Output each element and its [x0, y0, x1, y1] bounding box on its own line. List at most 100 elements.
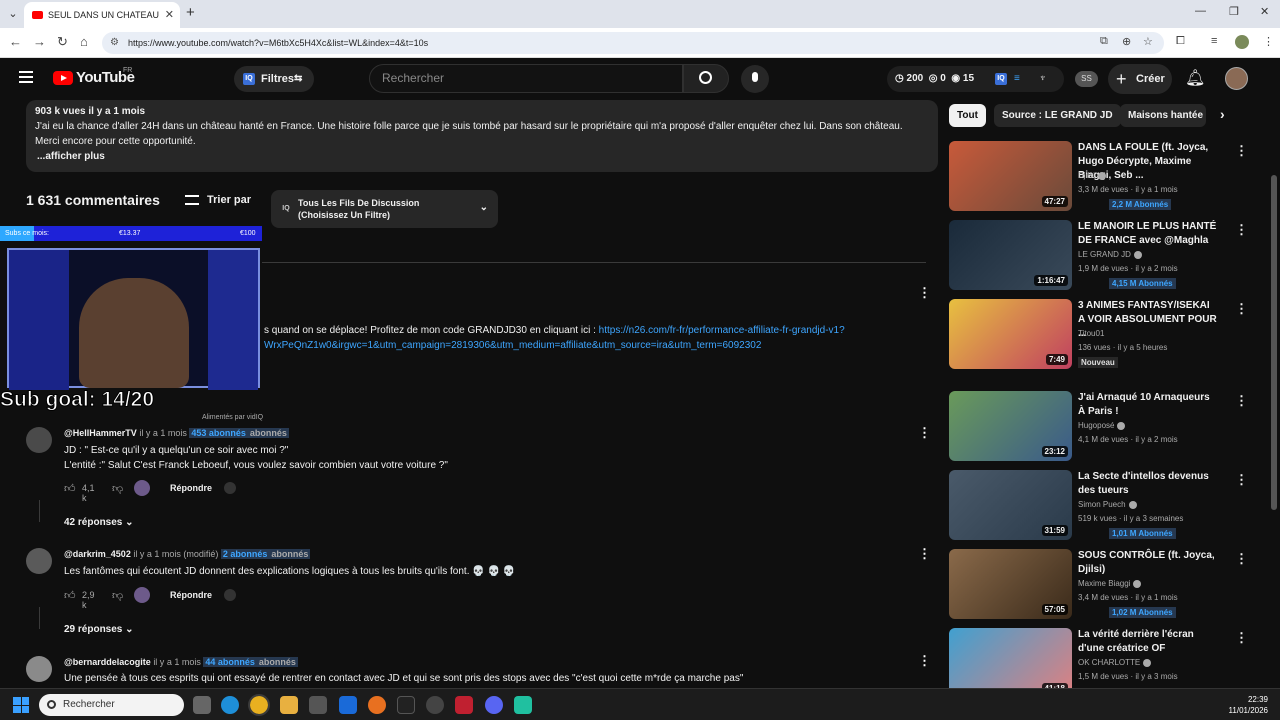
video-channel[interactable]: Titou01 — [1078, 329, 1104, 338]
reply-button[interactable]: Répondre — [170, 590, 212, 600]
system-clock[interactable]: 22:39 11/01/2026 — [1220, 694, 1268, 716]
video-card[interactable]: 31:59 La Secte d'intellos devenus des tue… — [949, 470, 1248, 540]
replies-toggle[interactable]: 29 réponses ⌄ — [64, 624, 134, 635]
video-channel[interactable]: Hugoposé — [1078, 421, 1126, 430]
video-description[interactable]: 903 k vues il y a 1 mois J'ai eu la chan… — [26, 100, 938, 172]
close-window-icon[interactable]: ✕ — [1260, 5, 1269, 18]
video-thumbnail[interactable]: 47:27 — [949, 141, 1072, 211]
video-channel[interactable]: Djilsi — [1078, 171, 1106, 180]
taskbar-search-input[interactable]: Rechercher — [39, 694, 184, 716]
comment-menu-icon[interactable]: ⋮ — [918, 653, 931, 669]
chip-haunted-houses[interactable]: Maisons hantée — [1120, 104, 1206, 127]
video-thumbnail[interactable]: 1:16:47 — [949, 220, 1072, 290]
back-icon[interactable]: ← — [9, 34, 22, 49]
extensions-icon[interactable]: ⧠ — [1176, 35, 1185, 48]
reload-icon[interactable]: ↻ — [57, 34, 68, 50]
account-avatar[interactable] — [1225, 67, 1248, 90]
video-channel[interactable]: Simon Puech — [1078, 500, 1137, 509]
video-menu-icon[interactable]: ⋮ — [1235, 301, 1248, 317]
restore-icon[interactable]: ❐ — [1229, 5, 1239, 18]
video-card[interactable]: 23:12 J'ai Arnaqué 10 Arnaqueurs À Paris … — [949, 391, 1248, 461]
forward-icon[interactable]: → — [33, 34, 46, 49]
mail-icon[interactable] — [339, 696, 357, 714]
browser-tab[interactable]: SEUL DANS UN CHATEAU HANTÉ ✕ — [24, 2, 180, 46]
comment-author[interactable]: @darkrim_4502 — [64, 549, 131, 559]
create-button[interactable]: + Créer — [1108, 64, 1172, 94]
comment-author[interactable]: @bernarddelacogite — [64, 657, 151, 667]
video-menu-icon[interactable]: ⋮ — [1235, 393, 1248, 409]
video-title[interactable]: La vérité derrière l'écran d'une créatri… — [1078, 628, 1218, 656]
video-menu-icon[interactable]: ⋮ — [1235, 222, 1248, 238]
voice-search-button[interactable] — [741, 65, 769, 93]
brave-icon[interactable] — [368, 696, 386, 714]
vidiq-reply-icon[interactable] — [224, 589, 236, 601]
list-icon[interactable]: ≡ — [1014, 66, 1020, 92]
search-button[interactable] — [683, 64, 729, 93]
zoom-icon[interactable]: ⊕ — [1122, 35, 1131, 48]
commenter-avatar[interactable] — [26, 656, 52, 682]
store-icon[interactable] — [309, 696, 327, 714]
video-menu-icon[interactable]: ⋮ — [1235, 630, 1248, 646]
video-channel[interactable]: Maxime Biaggi — [1078, 579, 1142, 588]
chip-source[interactable]: Source : LE GRAND JD — [994, 104, 1121, 127]
video-thumbnail[interactable]: 7:49 — [949, 299, 1072, 369]
dislike-icon[interactable]: 👎︎ — [112, 589, 123, 602]
home-icon[interactable]: ⌂ — [80, 34, 88, 49]
video-card[interactable]: 1:16:47 LE MANOIR LE PLUS HANTÉ DE FRANCE… — [949, 220, 1248, 290]
comment-author[interactable]: @HellHammerTV — [64, 428, 137, 438]
menu-kebab-icon[interactable]: ⋮ — [1263, 35, 1274, 48]
comment-menu-icon[interactable]: ⋮ — [918, 546, 931, 562]
url-bar[interactable]: ⚙ https://www.youtube.com/watch?v=M6tbXc… — [102, 32, 1164, 54]
video-channel[interactable]: OK CHARLOTTE — [1078, 658, 1152, 667]
sort-button[interactable]: Trier par — [185, 194, 251, 206]
commenter-avatar[interactable] — [26, 427, 52, 453]
video-title[interactable]: LE MANOIR LE PLUS HANTÉ DE FRANCE avec @… — [1078, 220, 1218, 248]
like-icon[interactable]: 👍︎ — [64, 482, 76, 495]
file-explorer-icon[interactable] — [280, 696, 298, 714]
chip-all[interactable]: Tout — [949, 104, 986, 127]
install-icon[interactable]: ⧉ — [1100, 35, 1108, 48]
ss-badge[interactable]: SS — [1075, 71, 1098, 87]
video-card[interactable]: 57:05 SOUS CONTRÔLE (ft. Joyca, Djilsi) Ma… — [949, 549, 1248, 619]
close-tab-icon[interactable]: ✕ — [165, 2, 174, 28]
app-icon[interactable] — [514, 696, 532, 714]
page-scrollbar[interactable] — [1271, 175, 1277, 510]
video-thumbnail[interactable]: 23:12 — [949, 391, 1072, 461]
video-title[interactable]: La Secte d'intellos devenus des tueurs — [1078, 470, 1218, 498]
new-tab-icon[interactable]: + — [186, 4, 195, 21]
voicemeeter-icon[interactable] — [455, 696, 473, 714]
video-card[interactable]: 7:49 3 ANIMES FANTASY/ISEKAI A VOIR ABSOL… — [949, 299, 1248, 369]
video-thumbnail[interactable]: 31:59 — [949, 470, 1072, 540]
vidiq-filters-button[interactable]: IQ Filtres ⇆ — [234, 66, 314, 92]
site-info-icon[interactable]: ⚙ — [110, 32, 119, 54]
obs-icon[interactable] — [426, 696, 444, 714]
chrome-icon[interactable] — [248, 694, 270, 716]
search-input[interactable]: Rechercher — [369, 64, 683, 93]
video-menu-icon[interactable]: ⋮ — [1235, 143, 1248, 159]
discord-icon[interactable] — [485, 696, 503, 714]
windows-start-icon[interactable] — [13, 697, 29, 713]
terminal-icon[interactable] — [397, 696, 415, 714]
trophy-icon[interactable]: ♆ — [1039, 66, 1047, 92]
comment-menu-icon[interactable]: ⋮ — [918, 425, 931, 441]
notifications-bell-icon[interactable]: 🔔︎ — [1185, 68, 1205, 88]
like-icon[interactable]: 👍︎ — [64, 589, 76, 602]
reading-list-icon[interactable]: ≡ — [1211, 35, 1217, 47]
dislike-icon[interactable]: 👎︎ — [112, 482, 123, 495]
video-channel[interactable]: LE GRAND JD — [1078, 250, 1142, 259]
replies-toggle[interactable]: 42 réponses ⌄ — [64, 517, 134, 528]
reply-button[interactable]: Répondre — [170, 483, 212, 493]
show-more-link[interactable]: ...afficher plus — [35, 149, 929, 164]
hamburger-menu-icon[interactable] — [19, 71, 33, 83]
bookmark-star-icon[interactable]: ☆ — [1143, 35, 1153, 48]
video-menu-icon[interactable]: ⋮ — [1235, 551, 1248, 567]
edge-icon[interactable] — [221, 696, 239, 714]
comment-menu-icon[interactable]: ⋮ — [918, 285, 931, 301]
video-card[interactable]: 47:27 DANS LA FOULE (ft. Joyca, Hugo Décr… — [949, 141, 1248, 211]
thread-filter-dropdown[interactable]: IQ Tous Les Fils De Discussion (Choisiss… — [271, 190, 498, 228]
video-thumbnail[interactable]: 57:05 — [949, 549, 1072, 619]
video-menu-icon[interactable]: ⋮ — [1235, 472, 1248, 488]
video-title[interactable]: SOUS CONTRÔLE (ft. Joyca, Djilsi) — [1078, 549, 1218, 577]
chips-next-icon[interactable]: › — [1220, 106, 1225, 122]
video-title[interactable]: J'ai Arnaqué 10 Arnaqueurs À Paris ! — [1078, 391, 1218, 419]
